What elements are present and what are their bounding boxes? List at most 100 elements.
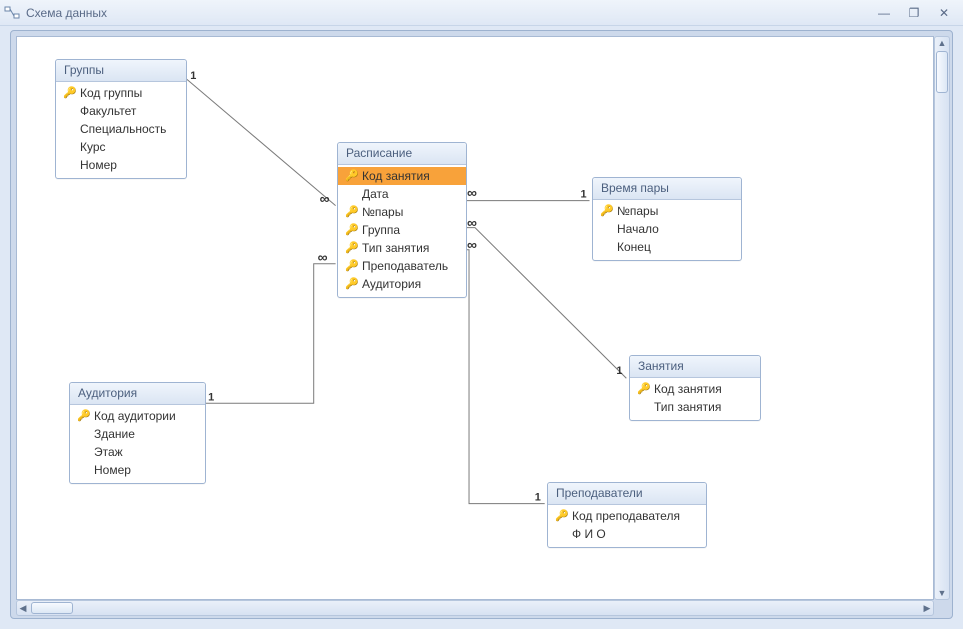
scroll-thumb-h[interactable] (31, 602, 73, 614)
primary-key-icon: 🔑 (346, 243, 358, 254)
field-row[interactable]: 🔑Номер (70, 461, 205, 479)
table-timeslot[interactable]: Время пары 🔑 №пары🔑Начало🔑Конец (592, 177, 742, 261)
restore-button[interactable]: ❐ (901, 4, 927, 22)
field-row[interactable]: 🔑Специальность (56, 120, 186, 138)
cardinality-many: ∞ (467, 237, 477, 253)
field-row[interactable]: 🔑Ф И О (548, 525, 706, 543)
table-fields: 🔑 Код группы🔑Факультет🔑Специальность🔑Курс… (56, 82, 186, 178)
table-schedule[interactable]: Расписание 🔑Код занятия🔑Дата🔑№пары🔑Групп… (337, 142, 467, 298)
field-name: Тип занятия (362, 240, 429, 256)
table-fields: 🔑 Код преподавателя🔑Ф И О (548, 505, 706, 547)
table-fields: 🔑 №пары🔑Начало🔑Конец (593, 200, 741, 260)
field-row[interactable]: 🔑Конец (593, 238, 741, 256)
field-row[interactable]: 🔑 Преподаватель (338, 257, 466, 275)
cardinality-one: 1 (581, 189, 587, 201)
field-row[interactable]: 🔑 Код занятия (630, 380, 760, 398)
field-name: Аудитория (362, 276, 421, 292)
window-title: Схема данных (26, 6, 107, 20)
scroll-down-icon[interactable]: ▼ (935, 587, 949, 599)
field-name: Тип занятия (654, 399, 721, 415)
field-row[interactable]: 🔑Код аудитории (70, 407, 205, 425)
scroll-left-icon[interactable]: ◀ (17, 601, 29, 615)
field-name: Факультет (80, 103, 136, 119)
field-name: Преподаватель (362, 258, 448, 274)
close-button[interactable]: ✕ (931, 4, 957, 22)
field-name: №пары (362, 204, 403, 220)
app-window: Схема данных — ❐ ✕ 1 ∞ 1 ∞ 1 ∞ (0, 0, 963, 629)
table-groups[interactable]: Группы 🔑 Код группы🔑Факультет🔑Специальнос… (55, 59, 187, 179)
horizontal-scrollbar[interactable]: ◀ ▶ (16, 600, 934, 616)
primary-key-icon: 🔑 (346, 225, 358, 236)
primary-key-icon: 🔑 (601, 206, 613, 217)
table-fields: 🔑 Код занятия🔑Тип занятия (630, 378, 760, 420)
scroll-thumb-v[interactable] (936, 51, 948, 93)
table-header[interactable]: Группы (56, 60, 186, 82)
table-lessons[interactable]: Занятия 🔑 Код занятия🔑Тип занятия (629, 355, 761, 421)
field-row[interactable]: 🔑 Группа (338, 221, 466, 239)
relationships-icon (4, 5, 20, 21)
field-name: Специальность (80, 121, 166, 137)
relationships-canvas[interactable]: 1 ∞ 1 ∞ 1 ∞ 1 ∞ 1 ∞ Гр (16, 36, 934, 600)
field-name: Код группы (80, 85, 142, 101)
field-row[interactable]: 🔑Дата (338, 185, 466, 203)
field-row[interactable]: 🔑 Тип занятия (338, 239, 466, 257)
minimize-button[interactable]: — (871, 4, 897, 22)
field-row[interactable]: 🔑Тип занятия (630, 398, 760, 416)
primary-key-icon: 🔑 (346, 171, 358, 182)
primary-key-icon: 🔑 (556, 511, 568, 522)
field-row[interactable]: 🔑 №пары (593, 202, 741, 220)
field-name: Номер (94, 462, 131, 478)
field-name: Этаж (94, 444, 123, 460)
field-name: Здание (94, 426, 135, 442)
primary-key-icon: 🔑 (346, 207, 358, 218)
primary-key-icon: 🔑 (64, 88, 76, 99)
field-row[interactable]: 🔑 Код группы (56, 84, 186, 102)
field-name: Код преподавателя (572, 508, 680, 524)
field-row[interactable]: 🔑Этаж (70, 443, 205, 461)
cardinality-many: ∞ (467, 185, 477, 201)
field-row[interactable]: 🔑 Код занятия (338, 167, 466, 185)
scroll-up-icon[interactable]: ▲ (935, 37, 949, 49)
cardinality-many: ∞ (320, 191, 330, 207)
primary-key-icon: 🔑 (346, 279, 358, 290)
field-row[interactable]: 🔑Факультет (56, 102, 186, 120)
vertical-scrollbar[interactable]: ▲ ▼ (934, 36, 950, 600)
field-row[interactable]: 🔑 Код преподавателя (548, 507, 706, 525)
primary-key-icon: 🔑 (638, 384, 650, 395)
table-header[interactable]: Аудитория (70, 383, 205, 405)
field-row[interactable]: 🔑Здание (70, 425, 205, 443)
field-row[interactable]: 🔑 №пары (338, 203, 466, 221)
cardinality-one: 1 (190, 70, 196, 82)
table-header[interactable]: Расписание (338, 143, 466, 165)
titlebar[interactable]: Схема данных — ❐ ✕ (0, 0, 963, 26)
field-name: Дата (362, 186, 389, 202)
field-name: Номер (80, 157, 117, 173)
scroll-right-icon[interactable]: ▶ (921, 601, 933, 615)
field-name: Группа (362, 222, 400, 238)
cardinality-many: ∞ (318, 249, 328, 265)
field-name: Начало (617, 221, 659, 237)
table-fields: 🔑Код занятия🔑Дата🔑№пары🔑Группа🔑Тип занят… (338, 165, 466, 297)
table-header[interactable]: Преподаватели (548, 483, 706, 505)
field-name: Код занятия (362, 168, 430, 184)
field-row[interactable]: 🔑Номер (56, 156, 186, 174)
field-name: Конец (617, 239, 651, 255)
cardinality-many: ∞ (467, 215, 477, 231)
table-audit[interactable]: Аудитория 🔑Код аудитории🔑Здание🔑Этаж🔑Ном… (69, 382, 206, 484)
cardinality-one: 1 (535, 492, 541, 504)
field-name: Курс (80, 139, 106, 155)
document-frame: 1 ∞ 1 ∞ 1 ∞ 1 ∞ 1 ∞ Гр (10, 30, 953, 619)
field-row[interactable]: 🔑 Аудитория (338, 275, 466, 293)
field-name: Код занятия (654, 381, 722, 397)
table-header[interactable]: Занятия (630, 356, 760, 378)
field-row[interactable]: 🔑Курс (56, 138, 186, 156)
table-teachers[interactable]: Преподаватели 🔑 Код преподавателя🔑Ф И О (547, 482, 707, 548)
table-fields: 🔑Код аудитории🔑Здание🔑Этаж🔑Номер (70, 405, 205, 483)
primary-key-icon: 🔑 (346, 261, 358, 272)
field-name: №пары (617, 203, 658, 219)
table-header[interactable]: Время пары (593, 178, 741, 200)
primary-key-icon: 🔑 (78, 411, 90, 422)
field-name: Ф И О (572, 526, 606, 542)
cardinality-one: 1 (616, 365, 622, 377)
field-row[interactable]: 🔑Начало (593, 220, 741, 238)
